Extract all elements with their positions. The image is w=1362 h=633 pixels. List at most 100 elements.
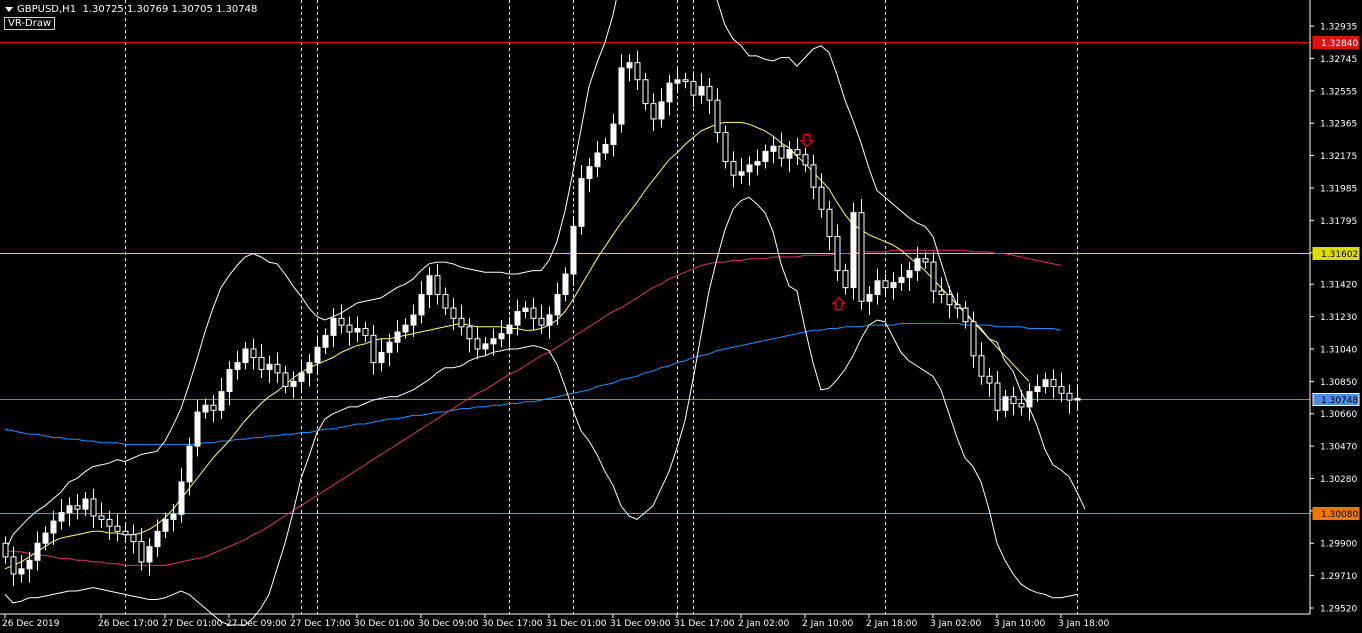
bull-candle	[298, 372, 305, 382]
bull-candle	[522, 307, 529, 312]
bull-candle	[482, 343, 489, 350]
bull-candle	[490, 338, 497, 345]
bull-candle	[186, 445, 193, 483]
price-tick-label: 1.31230	[1320, 313, 1357, 323]
bull-candle	[82, 498, 89, 510]
bull-candle	[42, 532, 49, 544]
bear-candle	[802, 154, 809, 166]
price-tick-label: 1.30850	[1320, 378, 1357, 388]
bull-candle	[1026, 391, 1033, 408]
bear-candle	[882, 280, 889, 289]
bull-candle	[610, 123, 617, 146]
time-tick-label: 26 Dec 2019	[2, 619, 60, 629]
bull-candle	[570, 225, 577, 275]
bear-candle	[946, 293, 953, 306]
bear-candle	[2, 542, 9, 558]
bear-candle	[970, 321, 977, 357]
bull-candle	[1042, 379, 1049, 387]
price-tick-label: 1.31420	[1320, 281, 1357, 291]
bull-candle	[506, 324, 513, 335]
bull-candle	[242, 348, 249, 364]
bull-candle	[402, 324, 409, 333]
bear-candle	[282, 372, 289, 387]
bull-candle	[218, 391, 225, 411]
bear-candle	[250, 348, 257, 359]
bull-candle	[290, 380, 297, 387]
bull-candle	[762, 150, 769, 163]
bear-candle	[450, 307, 457, 319]
bull-candle	[386, 341, 393, 353]
bull-candle	[658, 101, 665, 120]
price-tick-label: 1.32175	[1320, 152, 1357, 162]
yellow-level-label: 1.31602	[1321, 250, 1358, 260]
bull-candle	[34, 542, 41, 561]
price-tick-label: 1.32935	[1320, 23, 1357, 33]
vr-draw-label[interactable]: VR-Draw	[4, 17, 56, 30]
bull-candle	[202, 404, 209, 413]
bear-candle	[954, 304, 961, 309]
bear-candle	[362, 328, 369, 336]
bull-candle	[1074, 397, 1081, 401]
bear-candle	[834, 236, 841, 272]
bear-candle	[74, 505, 81, 510]
time-tick-label: 3 Jan 10:00	[994, 619, 1046, 629]
bear-candle	[730, 161, 737, 176]
bear-candle	[922, 258, 929, 263]
bear-candle	[634, 62, 641, 81]
bear-candle	[778, 145, 785, 159]
bull-candle	[314, 346, 321, 364]
symbol-timeframe: GBPUSD,H1	[17, 4, 77, 15]
bear-candle	[826, 208, 833, 238]
bear-candle	[1058, 385, 1065, 394]
bull-candle	[178, 481, 185, 515]
bear-candle	[642, 79, 649, 105]
bear-candle	[1066, 392, 1073, 401]
bull-candle	[194, 411, 201, 447]
bull-candle	[50, 520, 57, 534]
bear-candle	[1018, 403, 1025, 408]
bull-candle	[306, 362, 313, 374]
bear-candle	[858, 212, 865, 302]
bear-candle	[442, 293, 449, 309]
bull-candle	[330, 317, 337, 336]
bull-candle	[498, 333, 505, 340]
price-tick-label: 1.30660	[1320, 410, 1357, 420]
time-tick-label: 30 Dec 17:00	[482, 619, 543, 629]
bear-candle	[530, 307, 537, 319]
dropdown-triangle-icon[interactable]	[5, 6, 13, 12]
price-chart[interactable]: 1.32935 1.32745 1.32555 1.32365 1.32175 1.319…	[0, 0, 1362, 633]
bull-candle	[266, 363, 273, 370]
bull-candle	[594, 152, 601, 168]
bear-candle	[122, 530, 129, 536]
time-tick-label: 3 Jan 02:00	[930, 619, 982, 629]
bull-candle	[322, 334, 329, 348]
bear-candle	[10, 556, 17, 575]
time-tick-label: 2 Jan 10:00	[802, 619, 854, 629]
bull-candle	[602, 144, 609, 154]
ohlc-values: 1.30725 1.30769 1.30705 1.30748	[82, 4, 258, 15]
chart-header[interactable]: GBPUSD,H1 1.30725 1.30769 1.30705 1.3074…	[5, 4, 257, 15]
bear-candle	[114, 525, 121, 532]
bear-candle	[258, 357, 265, 370]
bear-candle	[1010, 396, 1017, 405]
price-tick-label: 1.31795	[1320, 217, 1357, 227]
price-tick-label: 1.30470	[1320, 443, 1357, 453]
time-tick-label: 26 Dec 17:00	[98, 619, 159, 629]
bear-candle	[986, 375, 993, 384]
price-tick-label: 1.30280	[1320, 475, 1357, 485]
bear-candle	[338, 317, 345, 326]
bear-candle	[842, 270, 849, 289]
bull-candle	[354, 328, 361, 333]
price-tick-label: 1.32745	[1320, 55, 1357, 65]
bull-candle	[514, 311, 521, 326]
bear-candle	[138, 541, 145, 563]
bull-candle	[746, 164, 753, 173]
bear-candle	[538, 317, 545, 326]
bear-candle	[474, 338, 481, 350]
bull-candle	[786, 149, 793, 159]
price-tick-label: 1.31040	[1320, 345, 1357, 355]
bull-candle	[18, 568, 25, 575]
bear-candle	[130, 534, 137, 543]
bull-candle	[618, 67, 625, 125]
bear-candle	[210, 404, 217, 411]
